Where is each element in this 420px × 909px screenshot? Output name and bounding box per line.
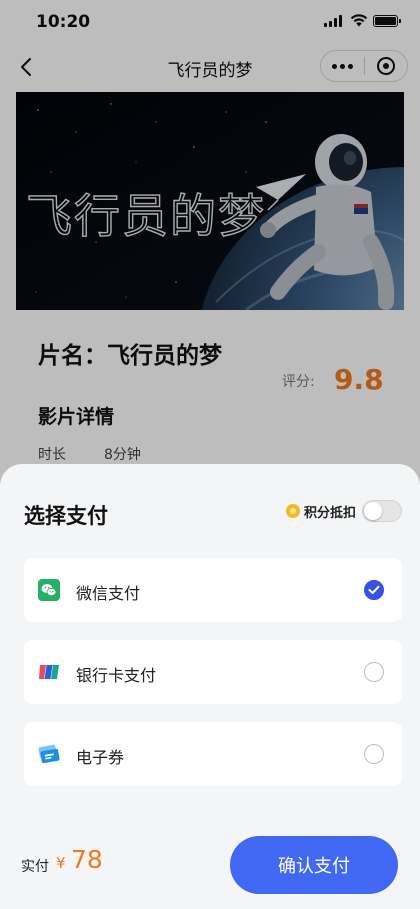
total-label: 实付	[21, 859, 49, 875]
payment-option-wechat[interactable]: 微信支付	[24, 558, 402, 622]
payment-sheet: 选择支付 积分抵扣 微信支付 银行卡支付 电子券 实付 ¥ 78 确认支付	[0, 464, 420, 909]
radio-unchecked-icon[interactable]	[364, 662, 384, 682]
confirm-payment-button[interactable]: 确认支付	[230, 836, 398, 894]
payment-option-label: 银行卡支付	[76, 666, 157, 685]
e-coupon-icon	[38, 744, 60, 764]
points-toggle[interactable]	[362, 500, 402, 522]
payment-option-e-coupon[interactable]: 电子券	[24, 722, 402, 786]
bank-card-icon	[39, 665, 59, 679]
radio-checked-icon[interactable]	[364, 580, 384, 600]
wechat-pay-icon	[38, 579, 60, 601]
total-amount: 78	[71, 845, 103, 874]
payment-option-label: 微信支付	[76, 584, 141, 603]
payment-option-bank-card[interactable]: 银行卡支付	[24, 640, 402, 704]
payment-option-label: 电子券	[76, 748, 125, 767]
sheet-title: 选择支付	[24, 504, 108, 528]
points-label: 积分抵扣	[303, 505, 356, 521]
radio-unchecked-icon[interactable]	[364, 744, 384, 764]
points-deduction: 积分抵扣	[285, 500, 402, 522]
coin-icon	[285, 504, 300, 518]
currency-symbol: ¥	[56, 854, 66, 872]
